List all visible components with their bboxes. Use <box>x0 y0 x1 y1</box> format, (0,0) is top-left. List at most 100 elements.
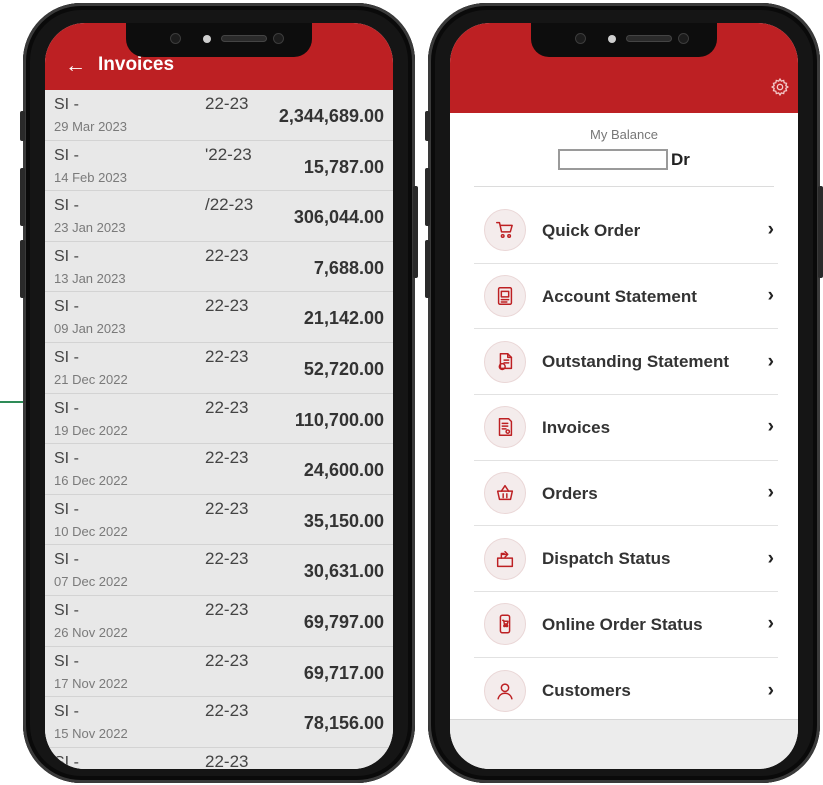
invoice-code: SI - <box>54 450 79 468</box>
invoice-row[interactable]: SI - 15 Nov 2022 22-23 78,156.00 <box>45 697 393 748</box>
invoice-code: SI - <box>54 601 79 619</box>
menu-item-online-order-status[interactable]: Online Order Status › <box>474 592 778 658</box>
basket-icon <box>484 472 526 515</box>
invoice-list: SI - 29 Mar 2023 22-23 2,344,689.00 SI - 14 F… <box>45 90 393 769</box>
balance-dr-label: Dr <box>671 149 690 169</box>
back-arrow-icon[interactable]: ← <box>65 55 86 76</box>
invoice-code: SI - <box>54 500 79 518</box>
invoice-date: 21 Dec 2022 <box>54 371 128 387</box>
invoice-row[interactable]: SI - 19 Dec 2022 22-23 110,700.00 <box>45 394 393 445</box>
statement-icon <box>484 275 526 318</box>
bottom-area <box>450 719 798 769</box>
phone-side-button <box>20 111 25 141</box>
invoice-row[interactable]: SI - 10 Dec 2022 22-23 35,150.00 <box>45 495 393 546</box>
menu-item-label: Invoices <box>542 417 611 437</box>
menu-item-outstanding-statement[interactable]: Outstanding Statement › <box>474 329 778 396</box>
invoice-amount: 24,600.00 <box>303 460 384 481</box>
menu-item-orders[interactable]: Orders › <box>474 461 778 527</box>
menu-item-label: Dispatch Status <box>542 549 671 569</box>
invoice-code: SI - <box>54 753 79 769</box>
chevron-right-icon: › <box>767 482 774 504</box>
invoice-fiscal-year: 22-23 <box>205 397 249 417</box>
phone-order-icon <box>484 603 526 646</box>
menu-item-label: Online Order Status <box>542 614 703 634</box>
invoice-row[interactable]: SI - 07 Dec 2022 22-23 30,631.00 <box>45 545 393 596</box>
invoice-amount: 69,717.00 <box>303 662 384 683</box>
phone-side-button <box>425 240 430 298</box>
invoice-row[interactable]: SI - 22-23 <box>45 748 393 769</box>
invoice-fiscal-year: 22-23 <box>205 498 249 518</box>
cart-icon <box>484 209 526 252</box>
invoice-row[interactable]: SI - 09 Jan 2023 22-23 21,142.00 <box>45 292 393 343</box>
invoice-row[interactable]: SI - 14 Feb 2023 '22-23 15,787.00 <box>45 141 393 192</box>
invoice-fiscal-year: 22-23 <box>205 549 249 569</box>
invoice-row[interactable]: SI - 26 Nov 2022 22-23 69,797.00 <box>45 596 393 647</box>
phone-side-button <box>425 111 430 141</box>
invoice-fiscal-year: 22-23 <box>205 296 249 316</box>
invoice-amount: 2,344,689.00 <box>278 106 384 126</box>
invoice-row[interactable]: SI - 29 Mar 2023 22-23 2,344,689.00 <box>45 90 393 141</box>
notch <box>531 23 717 57</box>
notch <box>126 23 312 57</box>
chevron-right-icon: › <box>767 547 774 569</box>
chevron-right-icon: › <box>767 613 774 635</box>
invoice-fiscal-year: 22-23 <box>205 94 249 113</box>
phone-power-button <box>818 186 823 278</box>
invoice-date: 10 Dec 2022 <box>54 523 128 539</box>
invoice-icon <box>484 406 526 449</box>
invoice-code: SI - <box>54 399 79 417</box>
phone-right: My Balance Dr Quick Order › Account Statem… <box>425 3 823 783</box>
chevron-right-icon: › <box>767 285 774 307</box>
chevron-right-icon: › <box>767 350 774 372</box>
invoice-date: 17 Nov 2022 <box>54 675 128 691</box>
menu-item-quick-order[interactable]: Quick Order › <box>474 198 778 264</box>
invoice-row[interactable]: SI - 23 Jan 2023/22-23 306,044.00 <box>45 191 393 242</box>
invoice-fiscal-year: 22-23 <box>205 599 249 619</box>
invoice-row[interactable]: SI - 17 Nov 2022 22-23 69,717.00 <box>45 647 393 698</box>
invoice-row[interactable]: SI - 21 Dec 2022 22-23 52,720.00 <box>45 343 393 394</box>
invoice-amount: 7,688.00 <box>313 257 384 278</box>
phone-side-button <box>425 168 430 226</box>
menu-item-label: Outstanding Statement <box>542 352 730 372</box>
menu-item-invoices[interactable]: Invoices › <box>474 395 778 461</box>
user-icon <box>484 669 526 712</box>
menu-item-label: Quick Order <box>542 220 641 240</box>
balance-row: Dr <box>558 149 690 170</box>
balance-value-box <box>558 149 668 170</box>
invoice-date: 16 Dec 2022 <box>54 473 128 489</box>
invoice-fiscal-year: '22-23 <box>205 144 252 164</box>
invoice-date: 15 Nov 2022 <box>54 726 128 742</box>
phone-power-button <box>413 186 418 278</box>
invoice-fiscal-year: /22-23 <box>205 195 254 215</box>
invoice-row[interactable]: SI - 13 Jan 2023 22-23 7,688.00 <box>45 242 393 293</box>
menu-item-dispatch-status[interactable]: Dispatch Status › <box>474 526 778 593</box>
invoice-fiscal-year: 22-23 <box>205 701 249 721</box>
invoice-date: 19 Dec 2022 <box>54 422 128 438</box>
menu-item-label: Account Statement <box>542 286 697 306</box>
invoice-date: 26 Nov 2022 <box>54 624 128 640</box>
invoice-code: SI - <box>54 96 79 113</box>
gear-icon[interactable] <box>770 77 790 97</box>
invoice-date: 13 Jan 2023 <box>54 270 126 286</box>
balance-label: My Balance <box>590 127 658 142</box>
menu-item-customers[interactable]: Customers › <box>474 658 778 724</box>
invoice-amount: 110,700.00 <box>294 409 384 430</box>
left-screen: ← Invoices SI - 29 Mar 2023 22-23 2,344,689… <box>45 23 393 769</box>
invoice-fiscal-year: 22-23 <box>205 751 249 769</box>
invoice-amount: 69,797.00 <box>303 611 384 632</box>
invoice-code: SI - <box>54 146 79 164</box>
invoice-amount: 78,156.00 <box>303 713 384 734</box>
invoice-date: 23 Jan 2023 <box>54 220 126 236</box>
menu-item-account-statement[interactable]: Account Statement › <box>474 264 778 330</box>
invoice-row[interactable]: SI - 16 Dec 2022 22-23 24,600.00 <box>45 444 393 495</box>
invoice-code: SI - <box>54 348 79 366</box>
invoice-amount: 30,631.00 <box>303 561 384 582</box>
menu-item-label: Customers <box>542 681 631 701</box>
invoice-date: 09 Jan 2023 <box>54 321 126 337</box>
page-title: Invoices <box>98 54 175 75</box>
divider <box>474 186 774 187</box>
invoice-code: SI - <box>54 247 79 265</box>
phone-side-button <box>20 240 25 298</box>
invoice-amount: 15,787.00 <box>303 156 384 177</box>
chevron-right-icon: › <box>767 679 774 701</box>
